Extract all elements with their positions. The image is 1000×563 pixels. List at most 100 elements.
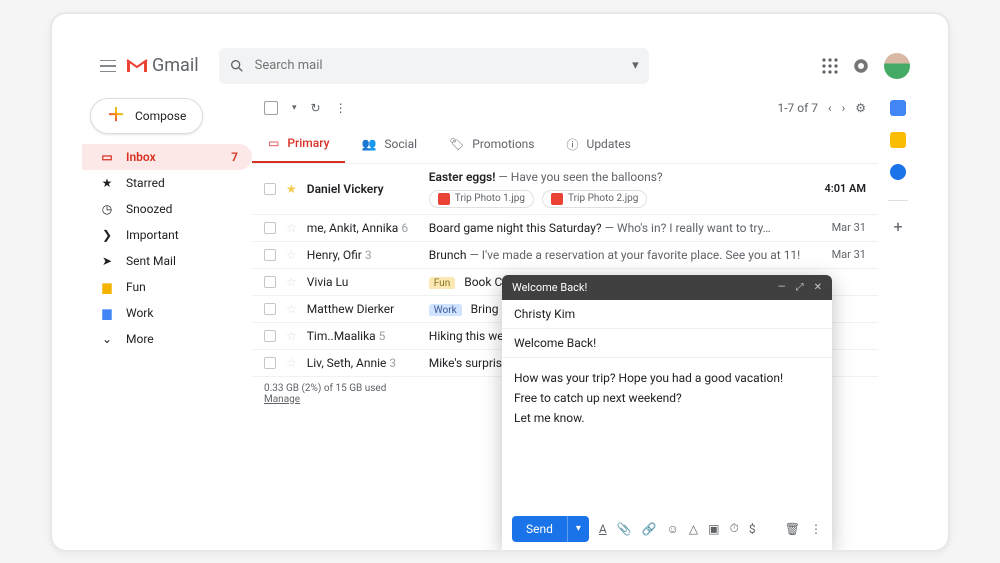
sidebar-item-sent[interactable]: ➤ Sent Mail	[82, 248, 252, 274]
label-icon: ▆	[100, 280, 114, 294]
star-toggle[interactable]: ☆	[286, 275, 297, 289]
sidebar-item-inbox[interactable]: ▭ Inbox 7	[82, 144, 252, 170]
row-subject: Brunch	[429, 248, 467, 262]
compose-body[interactable]: How was your trip? Hope you had a good v…	[502, 358, 832, 508]
select-dropdown-icon[interactable]: ▾	[292, 103, 297, 113]
emoji-icon[interactable]: ☺	[667, 522, 679, 536]
format-icon[interactable]: A	[599, 522, 607, 536]
email-row[interactable]: ☆ Henry, Ofir 3 Brunch — I've made a res…	[252, 242, 878, 269]
prev-page-button[interactable]: ‹	[828, 101, 832, 115]
sidebar-item-snoozed[interactable]: ◷ Snoozed	[82, 196, 252, 222]
apps-icon[interactable]	[822, 58, 838, 74]
row-checkbox[interactable]	[264, 276, 276, 288]
compose-window: Welcome Back! — ⤢ ✕ Christy Kim Welcome …	[502, 275, 832, 550]
money-icon[interactable]: $	[749, 522, 756, 536]
select-all-checkbox[interactable]	[264, 101, 278, 115]
compose-button[interactable]: ＋ Compose	[90, 98, 203, 134]
star-toggle[interactable]: ☆	[286, 329, 297, 343]
toolbar: ▾ ↻ ⋮ 1-7 of 7 ‹ › ⚙	[252, 90, 878, 126]
row-checkbox[interactable]	[264, 222, 276, 234]
row-sender: Tim..Maalika 5	[307, 329, 419, 343]
main-menu-button[interactable]	[90, 48, 126, 84]
tasks-addon[interactable]	[890, 164, 906, 180]
row-subject: Book C	[464, 275, 502, 289]
row-subject: Hiking this wee	[429, 329, 510, 343]
confidential-icon[interactable]: ⏱	[730, 521, 739, 536]
sidebar-item-work[interactable]: ▆ Work	[82, 300, 252, 326]
row-checkbox[interactable]	[264, 249, 276, 261]
attachment-chip[interactable]: Trip Photo 2.jpg	[542, 190, 647, 208]
sidebar-item-more[interactable]: ⌄ More	[82, 326, 252, 352]
body: ＋ Compose ▭ Inbox 7 ★ Starred ◷ Snoozed …	[82, 90, 918, 550]
tab-primary[interactable]: ▭ Primary	[252, 126, 345, 163]
email-row[interactable]: ★ Daniel Vickery Easter eggs! — Have you…	[252, 164, 878, 215]
to-field[interactable]: Christy Kim	[502, 300, 832, 329]
row-subject: Board game night this Saturday?	[429, 221, 602, 235]
search-bar[interactable]: ▾	[219, 48, 649, 84]
sidebar-item-label: Snoozed	[126, 202, 172, 216]
sidebar-item-label: Starred	[126, 176, 165, 190]
tab-updates[interactable]: ⓘ Updates	[551, 126, 647, 163]
screen: Gmail ▾ ＋ Compose ▭ Inbox	[82, 42, 918, 550]
more-options-icon[interactable]: ⋮	[810, 522, 822, 536]
row-snippet: — Have you seen the balloons?	[498, 170, 662, 184]
keep-addon[interactable]	[890, 132, 906, 148]
tab-promotions[interactable]: 🏷 Promotions	[433, 126, 550, 163]
gmail-logo[interactable]: Gmail	[126, 55, 199, 76]
compose-footer: Send ▾ A 📎 🔗 ☺ △ ▣ ⏱ $ 🗑	[502, 508, 832, 550]
notifications-icon[interactable]	[852, 57, 870, 75]
rail-divider	[888, 200, 908, 201]
next-page-button[interactable]: ›	[842, 101, 846, 115]
email-row[interactable]: ☆ me, Ankit, Annika 6 Board game night t…	[252, 215, 878, 242]
expand-icon[interactable]: ⤢	[796, 282, 804, 293]
row-sender: Matthew Dierker	[307, 302, 419, 316]
minimize-icon[interactable]: —	[778, 282, 786, 293]
link-icon[interactable]: 🔗	[642, 522, 657, 536]
close-icon[interactable]: ✕	[814, 282, 822, 293]
send-button[interactable]: Send	[512, 516, 567, 542]
row-sender: Liv, Seth, Annie 3	[307, 356, 419, 370]
row-subject: Easter eggs!	[429, 170, 496, 184]
settings-button[interactable]: ⚙	[855, 101, 866, 115]
row-subject: Bring	[471, 302, 499, 316]
row-checkbox[interactable]	[264, 303, 276, 315]
discard-icon[interactable]: 🗑	[785, 522, 800, 536]
star-toggle[interactable]: ☆	[286, 356, 297, 370]
sidebar-item-important[interactable]: ❯ Important	[82, 222, 252, 248]
more-button[interactable]: ⋮	[335, 101, 347, 115]
subject-field[interactable]: Welcome Back!	[502, 329, 832, 358]
star-toggle[interactable]: ☆	[286, 302, 297, 316]
get-addons-button[interactable]: +	[893, 217, 902, 236]
drive-icon[interactable]: △	[689, 522, 698, 536]
attachment-chip[interactable]: Trip Photo 1.jpg	[429, 190, 534, 208]
star-toggle[interactable]: ☆	[286, 248, 297, 262]
row-checkbox[interactable]	[264, 357, 276, 369]
compose-label: Compose	[135, 109, 186, 123]
account-avatar[interactable]	[884, 53, 910, 79]
compose-header[interactable]: Welcome Back! — ⤢ ✕	[502, 275, 832, 300]
search-input[interactable]	[255, 58, 622, 73]
star-toggle[interactable]: ★	[286, 182, 297, 196]
row-sender: Vivia Lu	[307, 275, 419, 289]
tab-social[interactable]: 👥 Social	[345, 126, 433, 163]
inbox-icon: ▭	[100, 150, 114, 164]
row-checkbox[interactable]	[264, 330, 276, 342]
row-content: Easter eggs! — Have you seen the balloon…	[429, 170, 815, 208]
calendar-addon[interactable]	[890, 100, 906, 116]
compose-title: Welcome Back!	[512, 281, 587, 294]
photo-icon[interactable]: ▣	[708, 522, 719, 536]
plus-icon: ＋	[107, 107, 125, 125]
send-options-button[interactable]: ▾	[567, 516, 589, 542]
search-options-dropdown[interactable]: ▾	[632, 58, 639, 73]
tab-label: Primary	[287, 136, 329, 150]
row-sender: Daniel Vickery	[307, 182, 419, 196]
row-checkbox[interactable]	[264, 183, 276, 195]
laptop-frame: Gmail ▾ ＋ Compose ▭ Inbox	[50, 12, 950, 552]
body-line: Let me know.	[514, 408, 820, 428]
app-name: Gmail	[152, 55, 199, 76]
sidebar-item-fun[interactable]: ▆ Fun	[82, 274, 252, 300]
star-toggle[interactable]: ☆	[286, 221, 297, 235]
sidebar-item-starred[interactable]: ★ Starred	[82, 170, 252, 196]
attach-icon[interactable]: 📎	[617, 522, 632, 536]
refresh-button[interactable]: ↻	[311, 101, 321, 115]
